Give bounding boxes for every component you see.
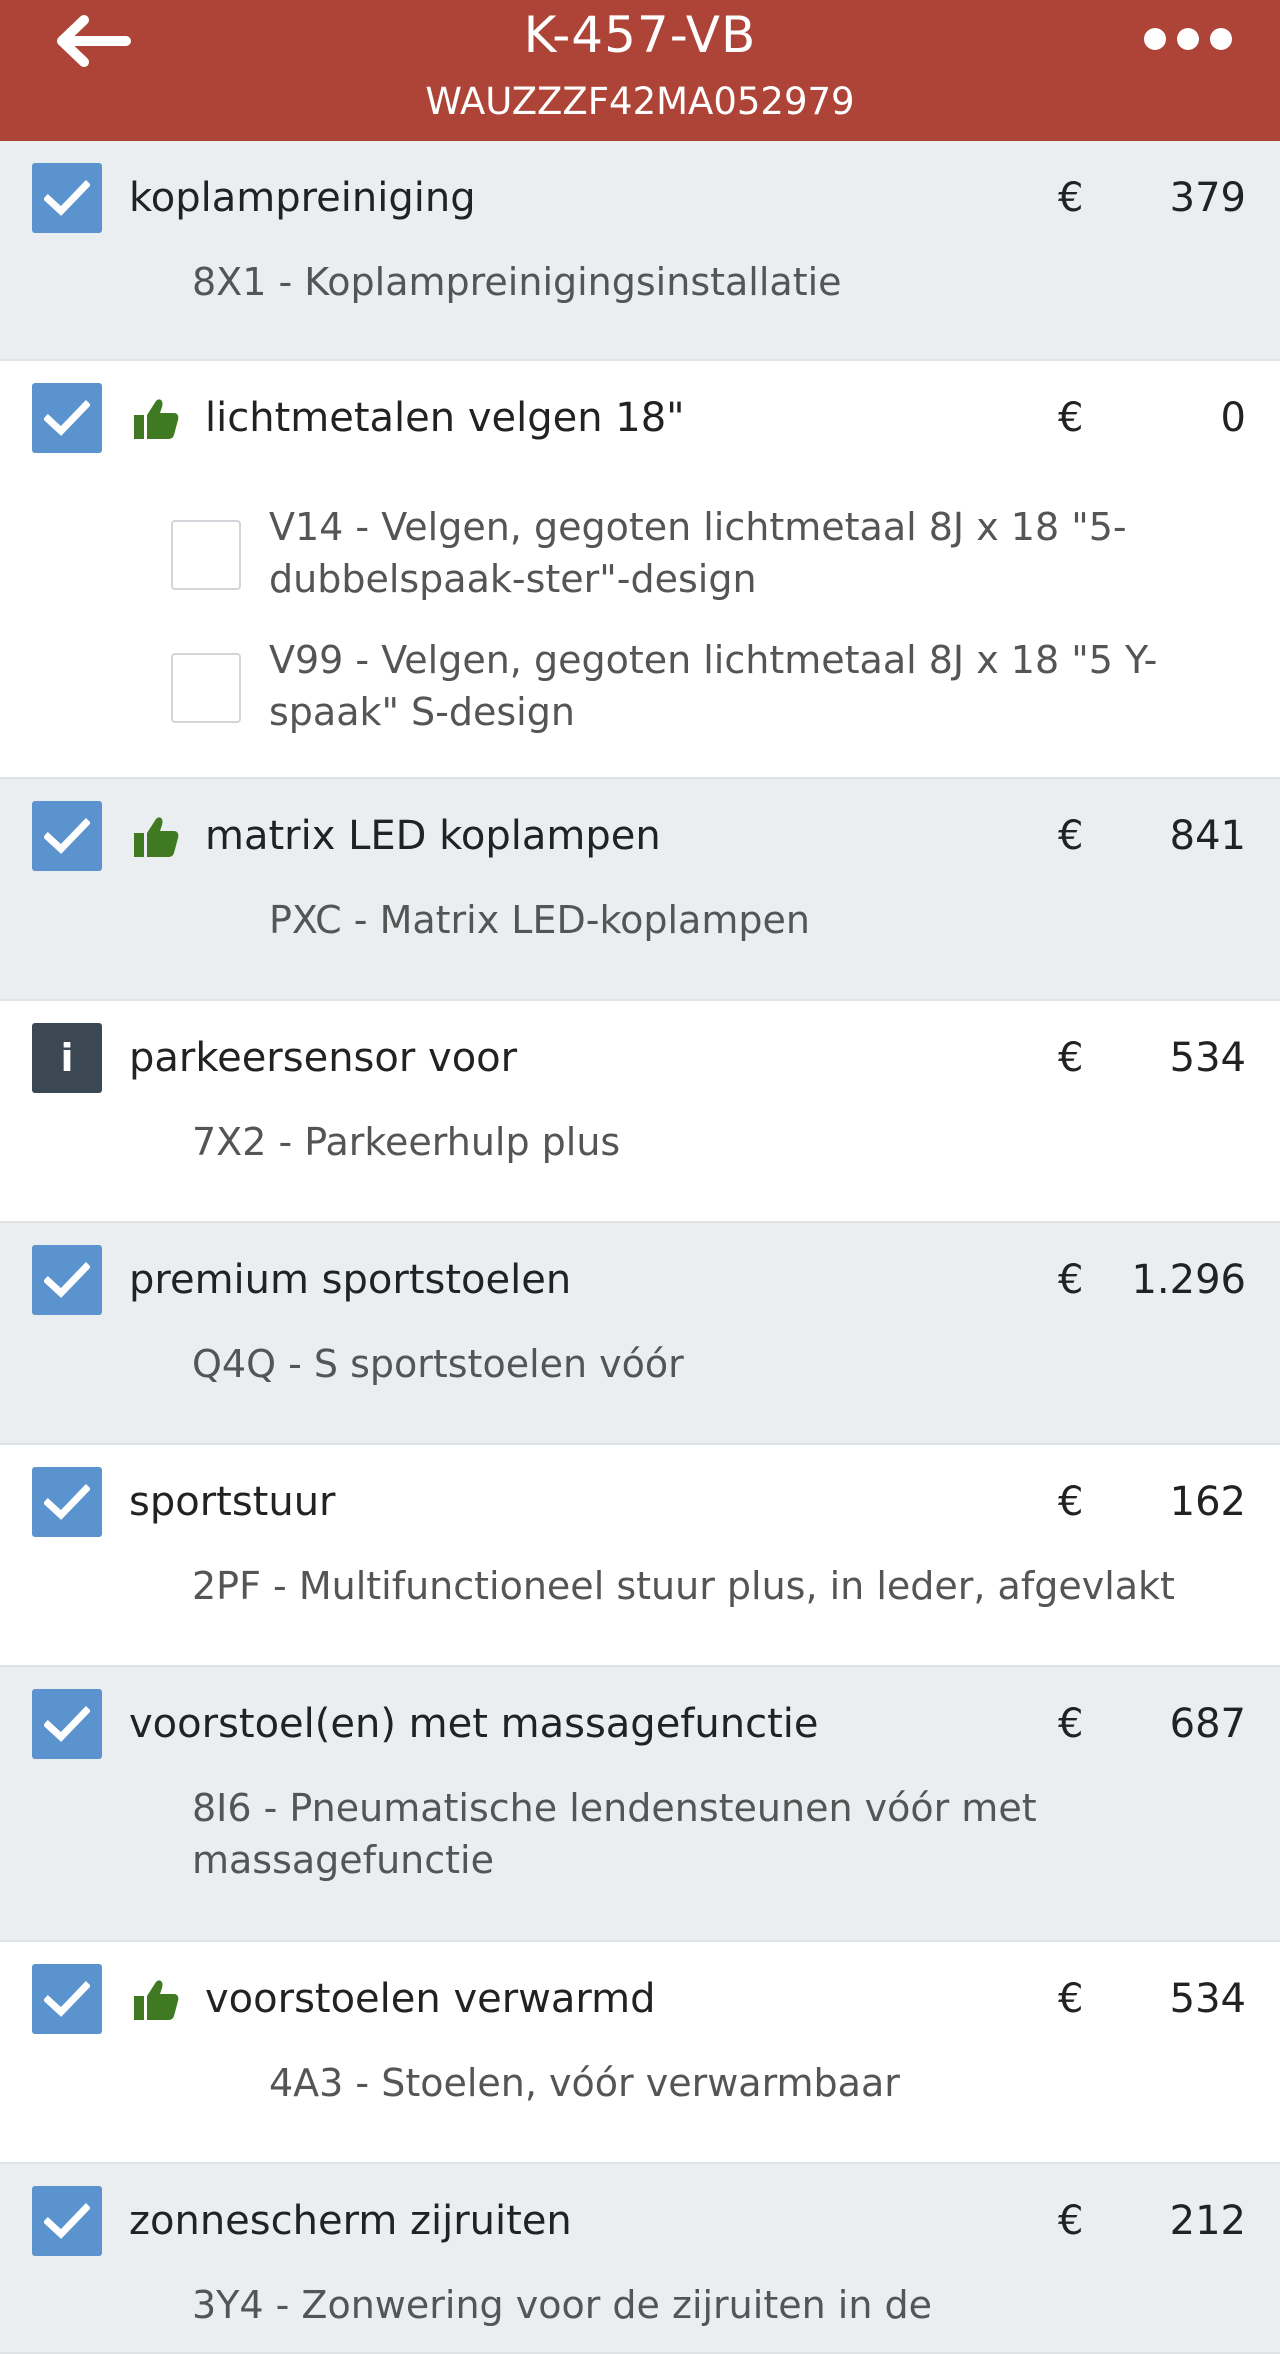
option-description: 8X1 - Koplampreinigingsinstallatie	[192, 260, 842, 304]
thumbs-up-icon	[132, 815, 180, 859]
option-price: 687	[1169, 1701, 1246, 1747]
checkmark-icon	[44, 818, 90, 854]
checkmark-icon	[44, 1706, 90, 1742]
option-row: sportstuur €162 2PF - Multifunctioneel stu…	[0, 1445, 1280, 1667]
more-button[interactable]	[1138, 22, 1238, 58]
option-price: 0	[1220, 395, 1246, 441]
option-checkbox[interactable]	[32, 1467, 102, 1537]
checkmark-icon	[44, 1484, 90, 1520]
option-checkbox[interactable]	[32, 163, 102, 233]
app-header: K-457-VB WAUZZZF42MA052979	[0, 0, 1280, 141]
option-row: voorstoel(en) met massagefunctie €687 8I6 …	[0, 1667, 1280, 1942]
option-title: voorstoel(en) met massagefunctie	[129, 1701, 819, 1747]
sub-option-label: V14 - Velgen, gegoten lichtmetaal 8J x 1…	[269, 505, 1127, 601]
option-price: 212	[1169, 2198, 1246, 2244]
currency-symbol: €	[1058, 1257, 1084, 1303]
option-checkbox[interactable]	[32, 2186, 102, 2256]
option-title: premium sportstoelen	[129, 1257, 572, 1303]
option-price: 1.296	[1131, 1257, 1246, 1303]
option-row: premium sportstoelen €1.296 Q4Q - S sports…	[0, 1223, 1280, 1445]
vin-subtitle: WAUZZZF42MA052979	[425, 80, 855, 123]
sub-option-checkbox[interactable]	[171, 520, 241, 590]
option-title: matrix LED koplampen	[205, 813, 661, 859]
option-description: 3Y4 - Zonwering voor de zijruiten in de	[192, 2283, 932, 2327]
option-row: voorstoelen verwarmd €534 4A3 - Stoelen, v…	[0, 1942, 1280, 2164]
currency-symbol: €	[1058, 395, 1084, 441]
option-description: 2PF - Multifunctioneel stuur plus, in le…	[192, 1564, 1175, 1608]
option-checkbox[interactable]	[32, 1964, 102, 2034]
option-price: 841	[1169, 813, 1246, 859]
option-description: Q4Q - S sportstoelen vóór	[192, 1342, 684, 1386]
thumbs-up-icon	[132, 1978, 180, 2022]
option-row: matrix LED koplampen €841 PXC - Matrix LED…	[0, 779, 1280, 1001]
option-description: PXC - Matrix LED-koplampen	[269, 898, 810, 942]
option-row: koplampreiniging €379 8X1 - Koplampreinigi…	[0, 141, 1280, 361]
checkmark-icon	[44, 1981, 90, 2017]
option-row: zonnescherm zijruiten €212 3Y4 - Zonwering…	[0, 2164, 1280, 2354]
currency-symbol: €	[1058, 1035, 1084, 1081]
option-title: parkeersensor voor	[129, 1035, 518, 1081]
option-price: 534	[1169, 1976, 1246, 2022]
currency-symbol: €	[1058, 1701, 1084, 1747]
currency-symbol: €	[1058, 175, 1084, 221]
option-description: 4A3 - Stoelen, vóór verwarmbaar	[269, 2061, 900, 2105]
checkmark-icon	[44, 400, 90, 436]
option-price: 534	[1169, 1035, 1246, 1081]
sub-option-label: V99 - Velgen, gegoten lichtmetaal 8J x 1…	[269, 638, 1158, 734]
currency-symbol: €	[1058, 1479, 1084, 1525]
option-checkbox[interactable]	[32, 1245, 102, 1315]
option-title: voorstoelen verwarmd	[205, 1976, 656, 2022]
currency-symbol: €	[1058, 1976, 1084, 2022]
currency-symbol: €	[1058, 813, 1084, 859]
option-checkbox[interactable]	[32, 383, 102, 453]
checkmark-icon	[44, 1262, 90, 1298]
option-row: lichtmetalen velgen 18" €0 V14 - Velgen, g…	[0, 361, 1280, 779]
checkmark-icon	[44, 2203, 90, 2239]
option-description: 8I6 - Pneumatische lendensteunen vóór me…	[192, 1786, 1037, 1882]
currency-symbol: €	[1058, 2198, 1084, 2244]
option-checkbox[interactable]	[32, 1689, 102, 1759]
option-row: i parkeersensor voor €534 7X2 - Parkeerhulp…	[0, 1001, 1280, 1223]
option-price: 162	[1169, 1479, 1246, 1525]
thumbs-up-icon	[132, 397, 180, 441]
option-title: lichtmetalen velgen 18"	[205, 395, 685, 441]
sub-option-checkbox[interactable]	[171, 653, 241, 723]
option-title: zonnescherm zijruiten	[129, 2198, 572, 2244]
page-title: K-457-VB	[523, 6, 757, 64]
option-title: koplampreiniging	[129, 175, 476, 221]
checkmark-icon	[44, 180, 90, 216]
option-price: 379	[1169, 175, 1246, 221]
info-icon[interactable]: i	[32, 1023, 102, 1093]
option-list: koplampreiniging €379 8X1 - Koplampreinigi…	[0, 141, 1280, 2354]
option-checkbox[interactable]	[32, 801, 102, 871]
option-title: sportstuur	[129, 1479, 336, 1525]
option-description: 7X2 - Parkeerhulp plus	[192, 1120, 621, 1164]
